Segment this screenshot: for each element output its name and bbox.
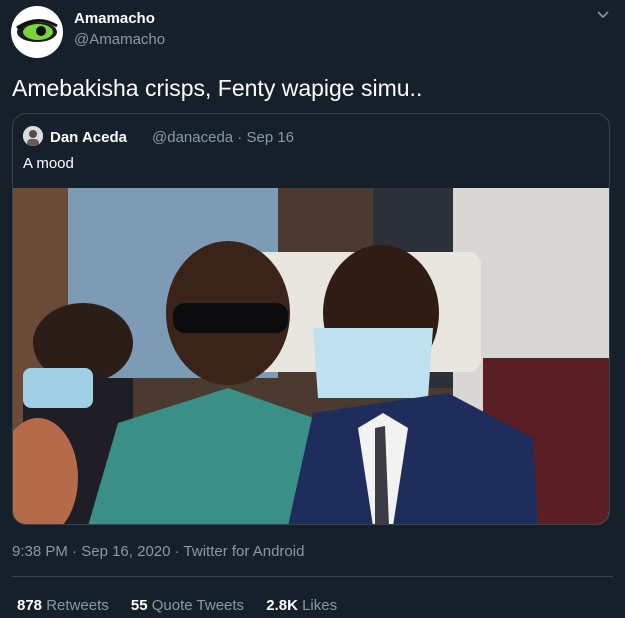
tweet-time[interactable]: 9:38 PM bbox=[12, 543, 68, 560]
quote-tweets-stat[interactable]: 55 Quote Tweets bbox=[131, 597, 244, 614]
chevron-down-icon[interactable] bbox=[596, 8, 610, 22]
tweet-text: Amebakisha crisps, Fenty wapige simu.. bbox=[12, 75, 423, 101]
author-handle[interactable]: @Amamacho bbox=[74, 31, 165, 48]
quoted-meta: @danaceda · Sep 16 bbox=[152, 129, 294, 146]
divider bbox=[12, 576, 613, 577]
quote-tweets-count: 55 bbox=[130, 597, 148, 614]
tweet-stats: 878 Retweets 55 Quote Tweets 2.8K Likes bbox=[17, 597, 355, 614]
retweets-count: 878 bbox=[17, 597, 43, 614]
quoted-author-name[interactable]: Dan Aceda bbox=[50, 129, 127, 146]
avatar[interactable] bbox=[11, 6, 63, 58]
meta-separator: · bbox=[237, 129, 243, 146]
quoted-avatar[interactable] bbox=[23, 126, 43, 146]
quoted-tweet[interactable]: Dan Aceda @danaceda · Sep 16 A mood bbox=[12, 113, 610, 525]
retweets-label: Retweets bbox=[46, 597, 109, 614]
meta-separator: · bbox=[72, 543, 78, 560]
likes-stat[interactable]: 2.8K Likes bbox=[266, 597, 337, 614]
likes-label: Likes bbox=[302, 597, 338, 614]
quoted-photo[interactable] bbox=[13, 188, 610, 525]
quoted-handle[interactable]: @danaceda bbox=[152, 129, 233, 146]
likes-count: 2.8K bbox=[266, 597, 298, 614]
tweet-source[interactable]: Twitter for Android bbox=[184, 543, 305, 560]
tweet-date[interactable]: Sep 16, 2020 bbox=[81, 543, 170, 560]
quote-tweets-label: Quote Tweets bbox=[151, 597, 245, 614]
quoted-text: A mood bbox=[23, 155, 74, 172]
tweet-timestamp: 9:38 PM · Sep 16, 2020 · Twitter for And… bbox=[12, 543, 304, 560]
quoted-date[interactable]: Sep 16 bbox=[246, 129, 294, 146]
meta-separator: · bbox=[174, 543, 180, 560]
author-name[interactable]: Amamacho bbox=[74, 10, 155, 27]
retweets-stat[interactable]: 878 Retweets bbox=[17, 597, 109, 614]
